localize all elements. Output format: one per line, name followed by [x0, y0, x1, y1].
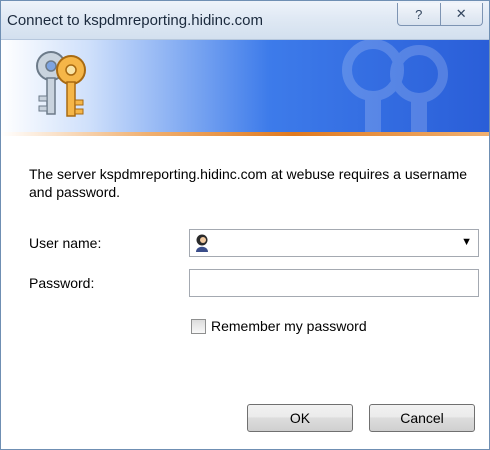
dialog-banner [1, 40, 489, 136]
user-icon [196, 234, 208, 252]
help-button[interactable]: ? [398, 3, 440, 25]
ok-button[interactable]: OK [247, 404, 353, 432]
password-field[interactable] [189, 269, 479, 297]
remember-password-label[interactable]: Remember my password [211, 318, 367, 334]
username-combobox[interactable]: ▼ [189, 229, 479, 257]
chevron-down-icon[interactable]: ▼ [461, 236, 472, 248]
cancel-button[interactable]: Cancel [369, 404, 475, 432]
window-title: Connect to kspdmreporting.hidinc.com [7, 12, 263, 29]
dialog-message: The server kspdmreporting.hidinc.com at … [29, 166, 468, 200]
keys-watermark-icon [342, 40, 448, 132]
username-label: User name: [29, 235, 102, 251]
banner-stripe [1, 132, 489, 136]
keys-icon [36, 51, 86, 117]
title-bar: Connect to kspdmreporting.hidinc.com ? ✕ [1, 1, 489, 40]
close-button[interactable]: ✕ [439, 3, 483, 25]
password-label: Password: [29, 275, 95, 291]
caption-buttons: ? ✕ [397, 3, 483, 26]
credentials-dialog: Connect to kspdmreporting.hidinc.com ? ✕ [0, 0, 490, 450]
remember-password-option[interactable]: Remember my password [191, 318, 367, 334]
remember-password-checkbox[interactable] [191, 318, 206, 334]
